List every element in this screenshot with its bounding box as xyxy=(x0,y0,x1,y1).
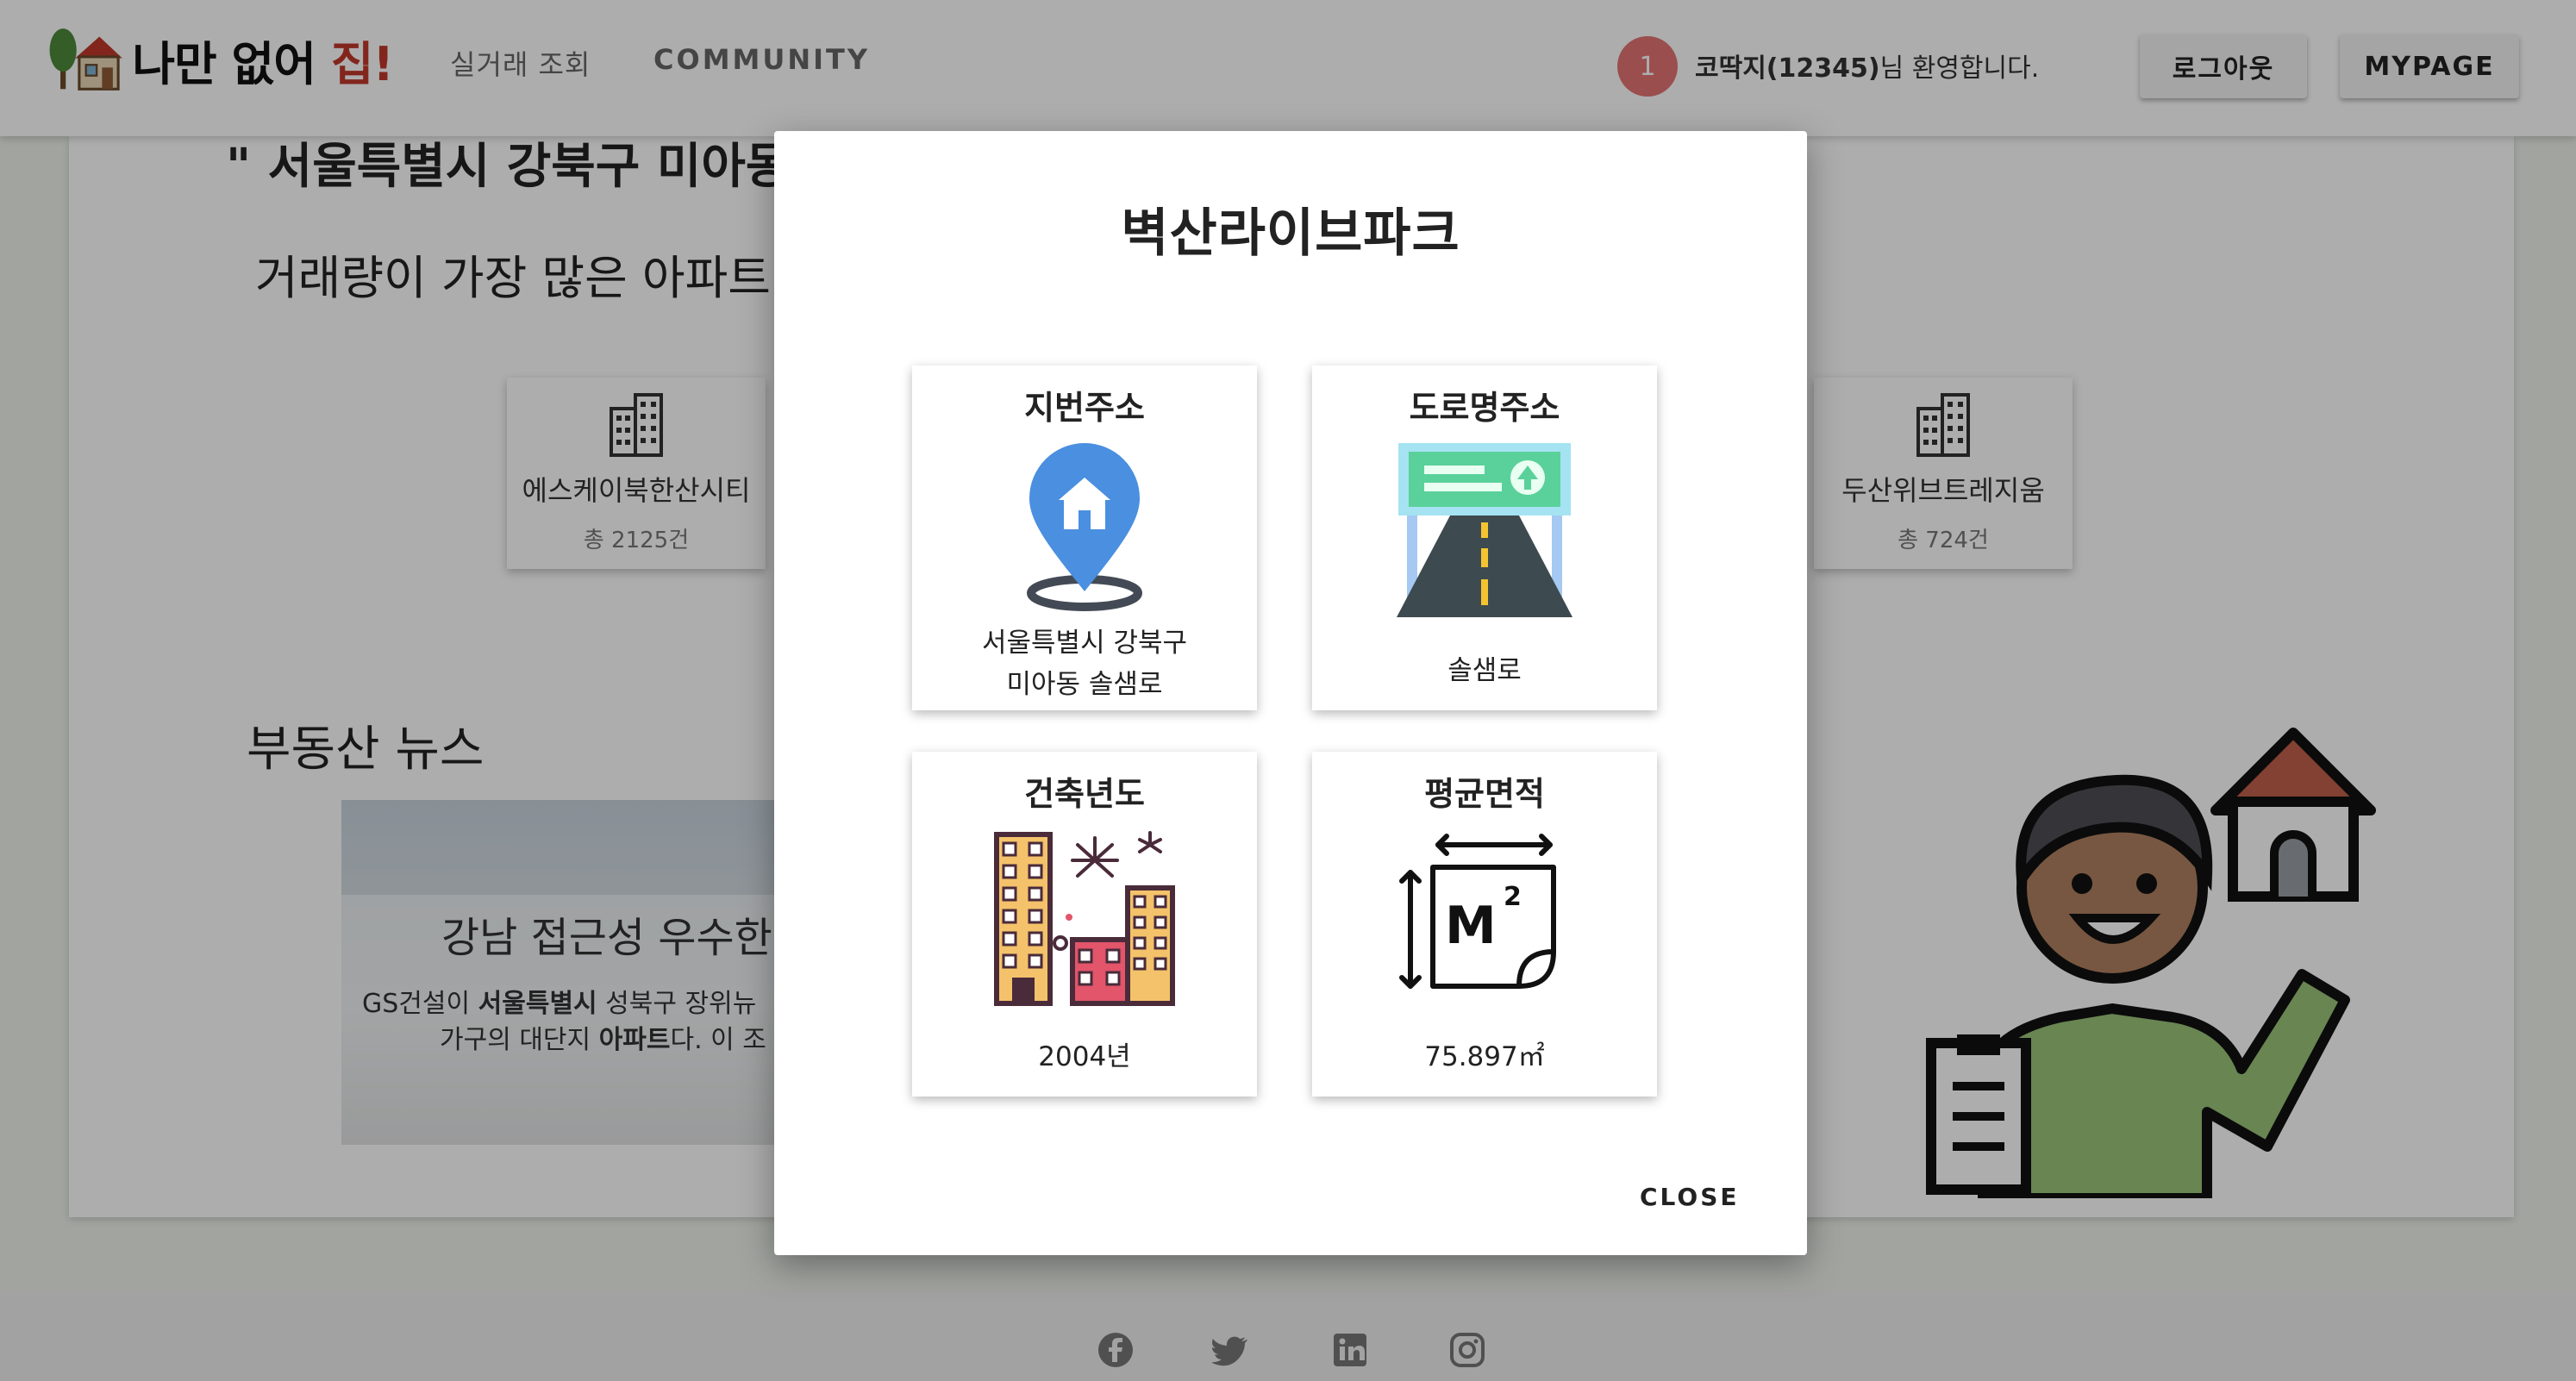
card-label: 도로명주소 xyxy=(1409,389,1560,427)
road-sign-icon xyxy=(1397,443,1572,617)
build-year-value: 2004년 xyxy=(1038,1041,1131,1072)
city-buildings-fireworks-icon xyxy=(994,831,1175,1006)
location-pin-house-icon xyxy=(1027,443,1142,611)
card-label: 지번주소 xyxy=(1024,389,1145,427)
road-address-value: 솔샘로 xyxy=(1447,655,1522,686)
svg-text:2: 2 xyxy=(1504,882,1522,912)
card-label: 건축년도 xyxy=(1024,775,1145,813)
apartment-detail-dialog: 벽산라이브파크 지번주소 서울특별시 강북구 미아동 솔샘로 도로명주소 솔샘로… xyxy=(774,131,1807,1255)
lot-address-value: 서울특별시 강북구 미아동 솔샘로 xyxy=(981,628,1187,700)
svg-text:M: M xyxy=(1445,896,1497,956)
average-area-card: 평균면적 M 2 75.897㎡ xyxy=(1312,752,1657,1097)
road-address-card: 도로명주소 솔샘로 xyxy=(1312,366,1657,710)
area-square-meter-icon: M 2 xyxy=(1399,834,1556,989)
build-year-card: 건축년도 2004년 xyxy=(912,752,1257,1097)
dialog-title: 벽산라이브파크 xyxy=(1121,203,1460,264)
average-area-value: 75.897㎡ xyxy=(1424,1041,1545,1072)
close-button[interactable]: CLOSE xyxy=(1640,1183,1740,1211)
lot-address-card: 지번주소 서울특별시 강북구 미아동 솔샘로 xyxy=(912,366,1257,710)
card-label: 평균면적 xyxy=(1424,775,1545,813)
